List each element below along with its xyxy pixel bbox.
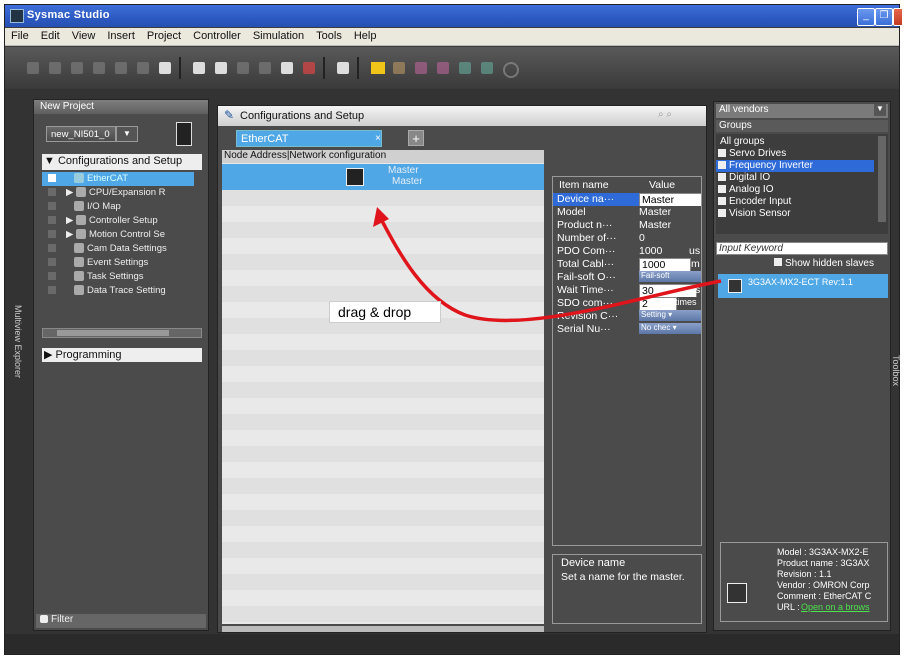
app-window: Sysmac Studio _ ❐ File Edit View Insert Proj… bbox=[4, 4, 902, 655]
status-bar bbox=[5, 634, 899, 654]
arrow-head bbox=[373, 207, 389, 227]
drag-drop-arrow bbox=[373, 207, 722, 323]
drag-drop-label: drag & drop bbox=[329, 301, 441, 323]
